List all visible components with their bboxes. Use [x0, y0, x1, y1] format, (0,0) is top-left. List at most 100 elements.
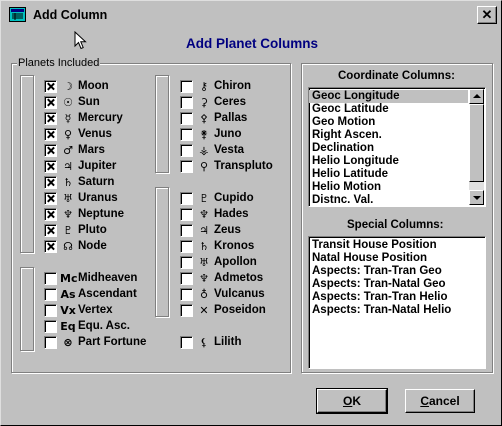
scroll-up-button[interactable] [469, 89, 484, 104]
close-button[interactable]: ✕ [477, 6, 497, 24]
list-item[interactable]: Helio Longitude [309, 155, 468, 168]
scroll-thumb[interactable] [469, 104, 484, 182]
planet-checkbox-equ-asc[interactable]: Eq Equ. Asc. [44, 319, 130, 333]
planet-checkbox-ceres[interactable]: ⚳ Ceres [180, 95, 246, 109]
planet-label: Ceres [214, 96, 246, 108]
checkbox[interactable] [44, 175, 57, 189]
checkbox[interactable] [44, 223, 57, 237]
planet-checkbox-hades[interactable]: ♆ Hades [180, 207, 249, 221]
special-columns-list[interactable]: Transit House Position Natal House Positi… [308, 236, 486, 369]
planet-checkbox-transpluto[interactable]: ⚲ Transpluto [180, 159, 273, 173]
list-item[interactable]: Aspects: Tran-Tran Helio [309, 291, 485, 304]
planet-checkbox-mercury[interactable]: ☿ Mercury [44, 111, 123, 125]
planet-checkbox-vesta[interactable]: ⚶ Vesta [180, 143, 244, 157]
checkbox[interactable] [180, 111, 193, 125]
list-item[interactable]: Helio Motion [309, 181, 468, 194]
list-item[interactable]: Aspects: Tran-Natal Geo [309, 278, 485, 291]
planet-checkbox-pluto[interactable]: ♇ Pluto [44, 223, 107, 237]
checkbox[interactable] [180, 95, 193, 109]
planet-checkbox-pallas[interactable]: ⚴ Pallas [180, 111, 247, 125]
checkbox[interactable] [180, 287, 193, 301]
checkbox[interactable] [180, 159, 193, 173]
list-item[interactable]: Distnc. Val. [309, 194, 468, 206]
planet-checkbox-node[interactable]: ☊ Node [44, 239, 107, 253]
planet-checkbox-juno[interactable]: ⚵ Juno [180, 127, 241, 141]
planet-label: Transpluto [214, 160, 273, 172]
planet-glyph-icon: ⚲ [199, 159, 209, 173]
checkbox[interactable] [44, 79, 57, 93]
list-item[interactable]: Aspects: Tran-Tran Geo [309, 265, 485, 278]
list-item[interactable]: Declination [309, 142, 468, 155]
planet-checkbox-moon[interactable]: ☽ Moon [44, 79, 109, 93]
planet-checkbox-vertex[interactable]: Vx Vertex [44, 303, 113, 317]
planet-checkbox-chiron[interactable]: ⚷ Chiron [180, 79, 251, 93]
planet-checkbox-uranus[interactable]: ♅ Uranus [44, 191, 118, 205]
checkbox[interactable] [44, 207, 57, 221]
checkbox[interactable] [44, 287, 57, 301]
list-item[interactable]: Aspects: Tran-Natal Helio [309, 304, 485, 317]
planet-checkbox-apollon[interactable]: ♅ Apollon [180, 255, 257, 269]
planet-checkbox-vulcanus[interactable]: ♁ Vulcanus [180, 287, 265, 301]
list-item[interactable]: Geo Motion [309, 116, 468, 129]
list-item[interactable]: Geoc Latitude [309, 103, 468, 116]
planet-checkbox-zeus[interactable]: ♃ Zeus [180, 223, 241, 237]
planet-label: Juno [214, 128, 242, 140]
planet-label: Mercury [78, 112, 123, 124]
checkbox[interactable] [44, 95, 57, 109]
checkbox[interactable] [44, 335, 57, 349]
planet-checkbox-jupiter[interactable]: ♃ Jupiter [44, 159, 116, 173]
checkbox[interactable] [180, 239, 193, 253]
checkbox[interactable] [180, 79, 193, 93]
checkbox[interactable] [44, 159, 57, 173]
planet-glyph-icon: Vx [60, 303, 76, 317]
checkbox[interactable] [180, 191, 193, 205]
planet-glyph-icon: ♆ [63, 207, 73, 221]
planet-checkbox-admetos[interactable]: ♆ Admetos [180, 271, 263, 285]
planet-checkbox-kronos[interactable]: ♄ Kronos [180, 239, 254, 253]
checkbox[interactable] [44, 271, 57, 285]
coordinate-columns-list[interactable]: Geoc Longitude Geoc Latitude Geo Motion Rig… [308, 87, 486, 207]
planet-checkbox-part-fortune[interactable]: ⊗ Part Fortune [44, 335, 146, 349]
planet-glyph-icon: ⊗ [63, 335, 73, 349]
checkbox[interactable] [180, 303, 193, 317]
planet-checkbox-ascendant[interactable]: As Ascendant [44, 287, 137, 301]
planet-checkbox-poseidon[interactable]: ✕ Poseidon [180, 303, 266, 317]
planet-glyph-icon: Eq [60, 319, 76, 333]
list-item[interactable]: Transit House Position [309, 239, 485, 252]
list-item[interactable]: Geoc Longitude [309, 90, 468, 103]
planet-checkbox-venus[interactable]: ♀ Venus [44, 127, 112, 141]
planet-checkbox-cupido[interactable]: ♇ Cupido [180, 191, 254, 205]
checkbox[interactable] [180, 335, 193, 349]
planet-checkbox-sun[interactable]: ☉ Sun [44, 95, 100, 109]
checkbox[interactable] [180, 207, 193, 221]
checkbox[interactable] [44, 319, 57, 333]
scroll-down-button[interactable] [469, 190, 484, 205]
cancel-button[interactable]: Cancel [405, 389, 475, 413]
coordinate-list-scrollbar[interactable] [469, 89, 484, 205]
planet-glyph-icon: As [60, 287, 76, 301]
planet-checkbox-mars[interactable]: ♂ Mars [44, 143, 105, 157]
checkbox[interactable] [180, 271, 193, 285]
checkbox[interactable] [44, 127, 57, 141]
list-item[interactable]: Helio Latitude [309, 168, 468, 181]
planet-checkbox-lilith[interactable]: ⚸ Lilith [180, 335, 241, 349]
list-item[interactable]: Natal House Position [309, 252, 485, 265]
planet-label: Pallas [214, 112, 248, 124]
checkbox[interactable] [180, 143, 193, 157]
checkbox[interactable] [44, 191, 57, 205]
checkbox[interactable] [180, 127, 193, 141]
checkbox[interactable] [44, 303, 57, 317]
checkbox[interactable] [180, 255, 193, 269]
planet-checkbox-midheaven[interactable]: Mc Midheaven [44, 271, 137, 285]
planet-checkbox-saturn[interactable]: ♄ Saturn [44, 175, 114, 189]
checkbox[interactable] [44, 111, 57, 125]
checkbox[interactable] [44, 143, 57, 157]
ok-button[interactable]: OK [316, 388, 388, 414]
checkbox[interactable] [180, 223, 193, 237]
list-item[interactable]: Right Ascen. [309, 129, 468, 142]
group-bracket [155, 75, 169, 173]
checkbox[interactable] [44, 239, 57, 253]
planet-label: Hades [214, 208, 249, 220]
title-bar[interactable]: Add Column ✕ [3, 3, 499, 27]
planet-checkbox-neptune[interactable]: ♆ Neptune [44, 207, 124, 221]
